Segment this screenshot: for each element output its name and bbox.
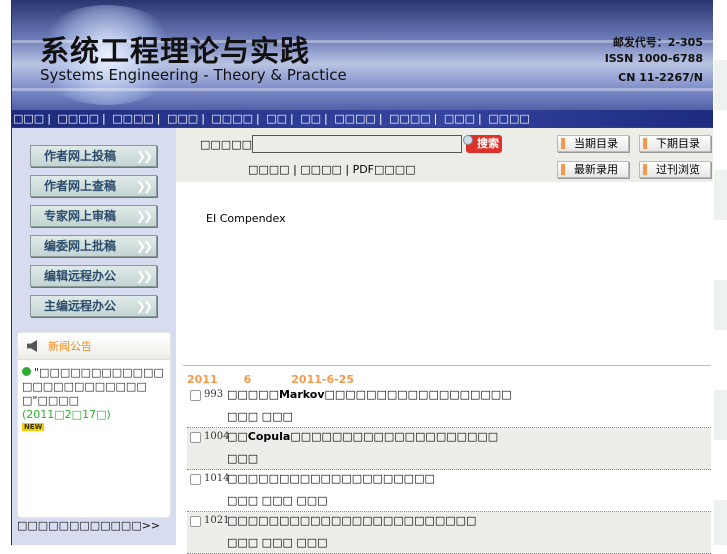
article-authors: □□□ □□□ □□□ — [227, 494, 328, 507]
article-title[interactable]: □□□□□□□□□□□□□□□□□□□□□□□□ — [227, 514, 476, 527]
news-header: 新闻公告 — [18, 333, 170, 360]
news-item-text[interactable]: "□□□□□□□□□□□□□□□□□□□□□□□□□"□□□□ — [22, 366, 164, 407]
nav-item[interactable]: □□□□ — [389, 112, 431, 125]
search-link[interactable]: □□□□ — [248, 163, 290, 176]
new-badge: NEW — [22, 423, 45, 431]
article-checkbox[interactable] — [190, 474, 201, 485]
news-title: 新闻公告 — [48, 340, 92, 353]
news-item[interactable]: "□□□□□□□□□□□□□□□□□□□□□□□□□"□□□□ (2011□2□… — [18, 360, 170, 431]
page-container: 系统工程理论与实践 Systems Engineering - Theory &… — [11, 0, 713, 554]
nav-item[interactable]: □□□□ — [488, 112, 530, 125]
button-label: 作者网上投稿 — [44, 149, 117, 163]
article-checkbox[interactable] — [190, 516, 201, 527]
more-link[interactable]: □□□□□□□□□□□□>> — [17, 519, 160, 532]
button-label: 编辑远程办公 — [44, 269, 117, 283]
issn: ISSN 1000-6788 — [604, 52, 703, 65]
search-bar: □□□□□□□ 搜索 □□□□ | □□□□ | PDF□□□□ 当期目录 下期… — [176, 128, 713, 182]
article-title[interactable]: □□Copula□□□□□□□□□□□□□□□□□□□□ — [227, 430, 498, 443]
article-title[interactable]: □□□□□□□□□□□□□□□□□□□□ — [227, 472, 435, 485]
issue-date: 2011-6-25 — [291, 373, 354, 386]
nav-item[interactable]: □□ — [266, 112, 287, 125]
article-authors: □□□ — [227, 452, 259, 465]
nav-item[interactable]: □□□ — [167, 112, 198, 125]
divider — [183, 365, 711, 366]
chevron-right-icon: ❯❯ — [135, 239, 153, 253]
news-panel: 新闻公告 "□□□□□□□□□□□□□□□□□□□□□□□□□"□□□□ (20… — [17, 332, 171, 518]
nav-item[interactable]: □□□□ — [57, 112, 99, 125]
speaker-icon — [27, 340, 37, 352]
background-watermark — [714, 0, 727, 545]
article-checkbox[interactable] — [190, 390, 201, 401]
news-item-date: (2011□2□17□) — [22, 408, 111, 422]
article-row: 993 □□□□□Markov□□□□□□□□□□□□□□□□□□ □□□ □□□ — [187, 386, 711, 428]
chief-editor-office-button[interactable]: 主编远程办公 ❯❯ — [30, 295, 157, 317]
article-row: 1021 □□□□□□□□□□□□□□□□□□□□□□□□ □□□ □□□ □□□ — [187, 512, 711, 554]
cn-number: CN 11-2267/N — [618, 71, 703, 84]
bullet-icon — [22, 367, 31, 376]
journal-title-en: Systems Engineering - Theory & Practice — [40, 66, 347, 84]
expert-review-button[interactable]: 专家网上审稿 ❯❯ — [30, 205, 157, 227]
article-row: 1004 □□Copula□□□□□□□□□□□□□□□□□□□□ □□□ — [187, 428, 711, 470]
chevron-right-icon: ❯❯ — [135, 209, 153, 223]
chevron-right-icon: ❯❯ — [135, 269, 153, 283]
search-link[interactable]: □□□□ — [300, 163, 342, 176]
issue-info: 2011 6 2011-6-25 — [187, 373, 380, 386]
article-title[interactable]: □□□□□Markov□□□□□□□□□□□□□□□□□□ — [227, 388, 512, 401]
journal-title-cn: 系统工程理论与实践 — [40, 34, 311, 68]
main-content: □□□□□□□ 搜索 □□□□ | □□□□ | PDF□□□□ 当期目录 下期… — [176, 128, 713, 554]
nav-item[interactable]: □□□ — [13, 112, 44, 125]
search-button[interactable]: 搜索 — [463, 135, 502, 153]
article-page: 1014 — [204, 473, 230, 484]
top-nav: □□□ | □□□□ | □□□□ | □□□ | □□□□ | □□ | □□ | □□□□… — [12, 110, 713, 127]
nav-item[interactable]: □□□□ — [334, 112, 376, 125]
magnifier-icon — [463, 135, 473, 145]
article-checkbox[interactable] — [190, 432, 201, 443]
next-issue-button[interactable]: 下期目录 — [639, 135, 711, 152]
header-banner: 系统工程理论与实践 Systems Engineering - Theory &… — [12, 0, 713, 128]
article-authors: □□□ □□□ — [227, 410, 293, 423]
chevron-right-icon: ❯❯ — [135, 149, 153, 163]
article-authors: □□□ □□□ □□□ — [227, 536, 328, 549]
issue-number: 6 — [243, 373, 252, 386]
article-page: 993 — [204, 389, 224, 400]
banner-stripe — [12, 88, 713, 91]
editor-office-button[interactable]: 编辑远程办公 ❯❯ — [30, 265, 157, 287]
latest-accepted-button[interactable]: 最新录用 — [557, 161, 629, 178]
button-label: 编委网上批稿 — [44, 239, 117, 253]
nav-item[interactable]: □□□ — [444, 112, 475, 125]
index-text: EI Compendex — [206, 212, 286, 225]
postal-code: 邮发代号：2-305 — [612, 36, 703, 49]
current-issue-button[interactable]: 当期目录 — [557, 135, 629, 152]
submit-manuscript-button[interactable]: 作者网上投稿 ❯❯ — [30, 145, 157, 167]
button-label: 专家网上审稿 — [44, 209, 117, 223]
search-links: □□□□ | □□□□ | PDF□□□□ — [248, 163, 416, 176]
search-input[interactable] — [252, 135, 462, 153]
button-label: 主编远程办公 — [44, 299, 117, 313]
nav-item[interactable]: □□□□ — [211, 112, 253, 125]
archive-button[interactable]: 过刊浏览 — [639, 161, 711, 178]
article-row: 1014 □□□□□□□□□□□□□□□□□□□□ □□□ □□□ □□□ — [187, 470, 711, 512]
article-page: 1004 — [204, 431, 230, 442]
pdf-link[interactable]: PDF□□□□ — [353, 163, 416, 176]
search-button-label: 搜索 — [477, 137, 499, 150]
button-label: 作者网上查稿 — [44, 179, 117, 193]
check-manuscript-button[interactable]: 作者网上查稿 ❯❯ — [30, 175, 157, 197]
nav-item[interactable]: □□ — [300, 112, 321, 125]
chevron-right-icon: ❯❯ — [135, 299, 153, 313]
issue-year: 2011 — [187, 373, 218, 386]
editorial-board-button[interactable]: 编委网上批稿 ❯❯ — [30, 235, 157, 257]
sidebar: 作者网上投稿 ❯❯ 作者网上查稿 ❯❯ 专家网上审稿 ❯❯ 编委网上批稿 ❯❯ 编辑远程… — [12, 128, 176, 545]
nav-item[interactable]: □□□□ — [112, 112, 154, 125]
article-page: 1021 — [204, 515, 230, 526]
chevron-right-icon: ❯❯ — [135, 179, 153, 193]
